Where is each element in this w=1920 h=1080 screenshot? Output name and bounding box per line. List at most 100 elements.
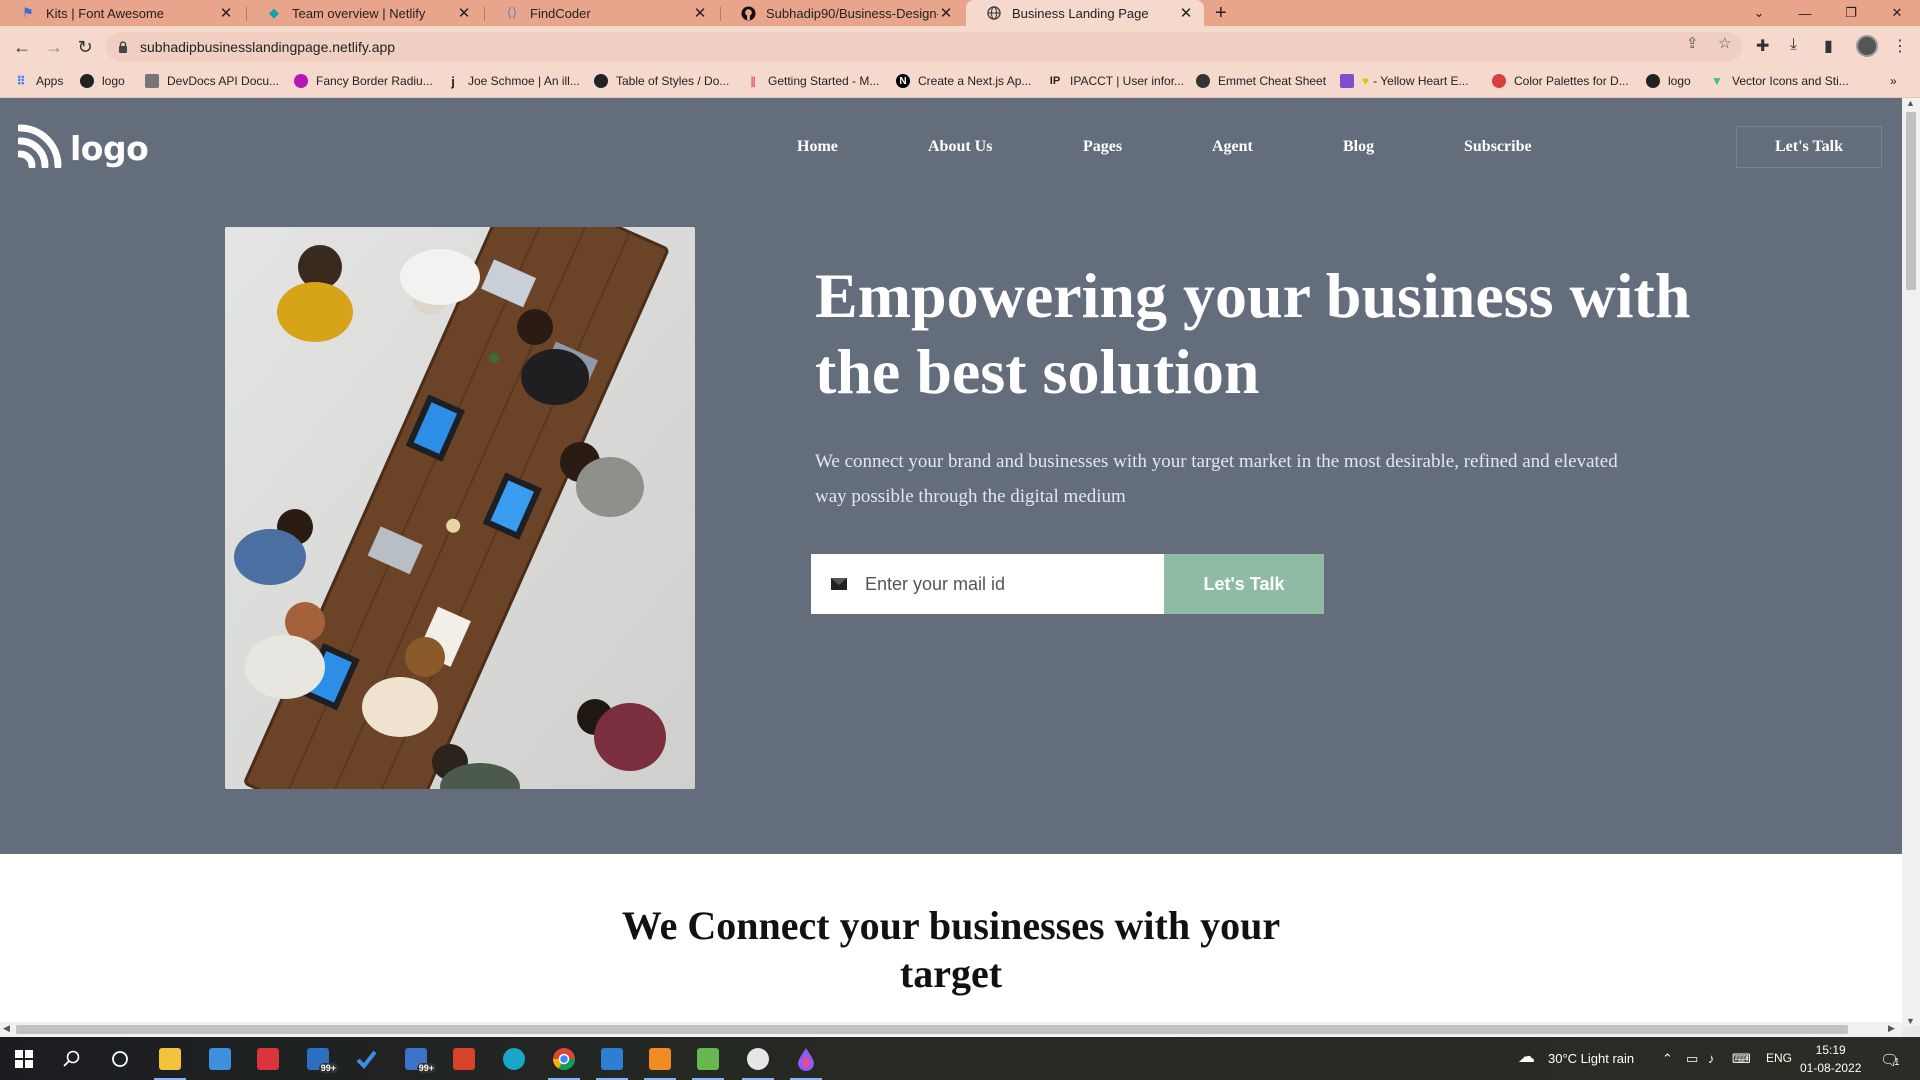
bookmark-item[interactable]: Fancy Border Radiu... [294,74,433,88]
bookmark-label: Emmet Cheat Sheet [1218,74,1327,88]
bookmark-item[interactable]: ▼ Vector Icons and Sti... [1710,74,1849,88]
clock[interactable]: 15:19 01-08-2022 [1800,1041,1861,1077]
search-icon[interactable] [48,1037,96,1080]
bookmark-item[interactable]: ♥ - Yellow Heart E... [1340,74,1469,88]
windows-start-icon[interactable] [0,1037,48,1080]
color-picker-icon[interactable] [782,1037,830,1080]
bookmark-apps[interactable]: ⠿ Apps [14,74,63,88]
forward-icon[interactable]: → [42,35,66,59]
browser-tab[interactable]: ⚑ Kits | Font Awesome ✕ [0,0,244,26]
url-text: subhadipbusinesslandingpage.netlify.app [140,39,396,55]
browser-tab[interactable]: ◆ Team overview | Netlify ✕ [246,0,482,26]
todo-icon[interactable] [342,1037,390,1080]
sublime-text-icon[interactable] [636,1037,684,1080]
gift-app-icon[interactable] [244,1037,292,1080]
bookmark-item[interactable]: IP IPACCT | User infor... [1048,74,1184,88]
scrollbar-thumb[interactable] [16,1025,1848,1034]
cortana-icon[interactable] [96,1037,144,1080]
store-icon[interactable] [196,1037,244,1080]
file-explorer-icon[interactable] [146,1037,194,1080]
close-icon[interactable]: ✕ [456,4,472,22]
close-icon[interactable]: ✕ [218,4,234,22]
lock-icon[interactable] [106,41,140,53]
submit-lets-talk-button[interactable]: Let's Talk [1164,554,1324,614]
edge-icon[interactable] [490,1037,538,1080]
mui-icon: ∥ [750,75,756,88]
notification-badge: 99+ [416,1063,436,1073]
office-icon[interactable] [440,1037,488,1080]
nav-agent[interactable]: Agent [1212,138,1253,156]
bookmark-item[interactable]: DevDocs API Docu... [145,74,279,88]
bookmark-item[interactable]: j Joe Schmoe | An ill... [446,74,580,89]
battery-icon[interactable]: ▭ [1686,1051,1698,1067]
more-menu-icon[interactable]: ⋮ [1892,36,1908,56]
weather-cloud-icon[interactable]: ☁ [1518,1047,1535,1067]
bookmark-item[interactable]: Color Palettes for D... [1492,74,1629,88]
teams-icon[interactable]: 99+ [392,1037,440,1080]
nav-about-us[interactable]: About Us [928,138,992,156]
globe-icon [986,5,1002,21]
bookmark-item[interactable]: logo [80,74,125,88]
weather-text[interactable]: 30°C Light rain [1548,1051,1634,1066]
browser-tab-active[interactable]: Business Landing Page ✕ [966,0,1204,26]
bookmark-label: Apps [36,74,64,88]
photos-icon[interactable] [588,1037,636,1080]
horizontal-scrollbar[interactable]: ◀ ▶ [0,1022,1902,1037]
bookmark-item[interactable]: Emmet Cheat Sheet [1196,74,1326,88]
restore-icon[interactable]: ❐ [1828,0,1874,26]
bookmark-item[interactable]: Table of Styles / Do... [594,74,729,88]
chrome-icon[interactable] [540,1037,588,1080]
minimize-icon[interactable]: — [1782,0,1828,26]
profile-avatar[interactable] [1856,35,1878,57]
scroll-left-icon[interactable]: ◀ [3,1023,10,1034]
code-icon: ⟨⟩ [506,5,518,20]
bookmark-item[interactable]: ∥ Getting Started - M... [746,74,879,88]
browser-tab[interactable]: ⟨⟩ FindCoder ✕ [484,0,718,26]
scroll-up-icon[interactable]: ▲ [1906,98,1915,108]
bookmark-item[interactable]: N Create a Next.js Ap... [896,74,1031,88]
tray-chevron-icon[interactable]: ⌃ [1662,1051,1673,1067]
scroll-down-icon[interactable]: ▼ [1906,1016,1915,1026]
bookmarks-bar: ⠿ Apps logo DevDocs API Docu... Fancy Bo… [0,68,1920,98]
more-bookmarks-icon[interactable]: » [1890,74,1897,88]
new-tab-icon[interactable]: + [1215,2,1227,25]
mail-app-icon[interactable]: 99+ [294,1037,342,1080]
browser-tab[interactable]: Subhadip90/Business-Design-La ✕ [720,0,964,26]
nav-subscribe[interactable]: Subscribe [1464,138,1532,156]
close-icon[interactable]: ✕ [1178,4,1194,22]
share-icon[interactable]: ⇪ [1686,34,1699,52]
bookmark-label: Create a Next.js Ap... [918,74,1032,88]
scroll-right-icon[interactable]: ▶ [1888,1023,1895,1034]
back-icon[interactable]: ← [10,35,34,59]
bookmark-item[interactable]: logo [1646,74,1691,88]
tab-search-icon[interactable]: ⌄ [1736,0,1782,26]
heart-icon: ♥ [1362,74,1370,88]
bookmark-label: Joe Schmoe | An ill... [468,74,580,88]
nextjs-icon: N [896,74,910,88]
extensions-icon[interactable]: ✚ [1756,36,1769,56]
vertical-scrollbar[interactable]: ▲ ▼ [1902,98,1920,1026]
lets-talk-button[interactable]: Let's Talk [1736,126,1882,168]
scrollbar-thumb[interactable] [1906,112,1916,290]
download-icon[interactable]: ⤓ [1790,36,1797,54]
keyboard-icon[interactable]: ⌨ [1732,1051,1751,1067]
volume-icon[interactable]: ♪ [1708,1051,1715,1066]
nav-pages[interactable]: Pages [1083,138,1122,156]
tab-title: Team overview | Netlify [292,5,426,21]
browser-toolbar: ← → ↻ subhadipbusinesslandingpage.netlif… [0,26,1920,68]
nav-blog[interactable]: Blog [1343,138,1374,156]
side-panel-icon[interactable]: ▮ [1824,36,1833,56]
bookmark-star-icon[interactable]: ☆ [1718,34,1731,52]
close-icon[interactable]: ✕ [692,4,708,22]
email-input[interactable] [865,573,1125,595]
paint-icon[interactable] [734,1037,782,1080]
reload-icon[interactable]: ↻ [73,35,97,59]
address-bar[interactable]: subhadipbusinesslandingpage.netlify.app [106,32,1742,62]
nav-home[interactable]: Home [797,138,838,156]
window-close-icon[interactable]: ✕ [1874,0,1920,26]
site-logo[interactable]: logo [16,124,149,173]
email-field[interactable] [811,554,1164,614]
notepad-icon[interactable] [684,1037,732,1080]
close-icon[interactable]: ✕ [938,4,954,22]
language-indicator[interactable]: ENG [1766,1051,1792,1065]
